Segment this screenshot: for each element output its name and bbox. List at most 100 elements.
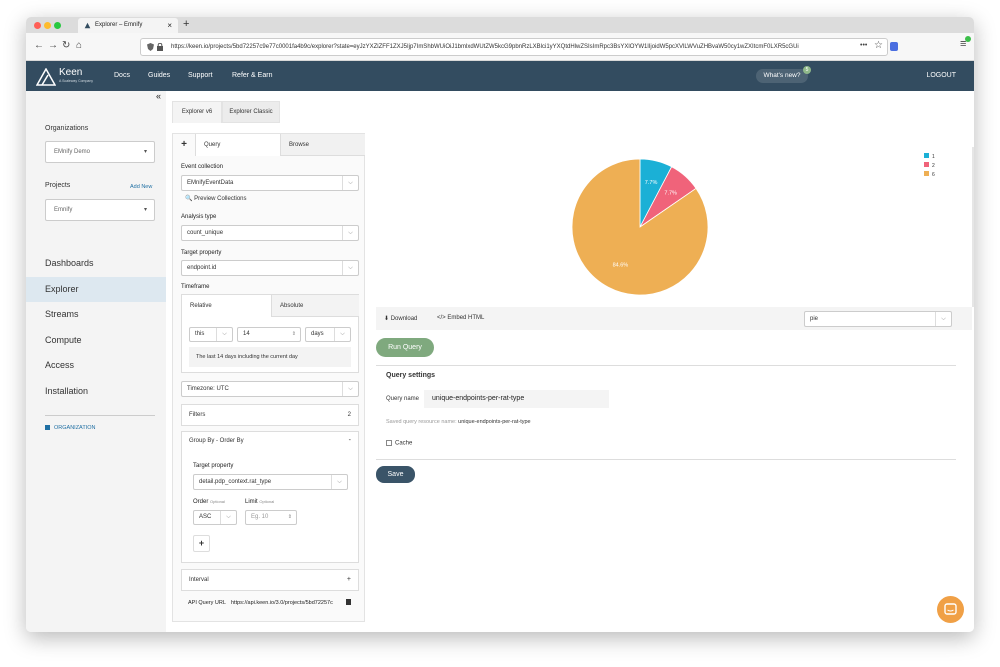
tab-query[interactable]: Query <box>195 134 281 156</box>
keen-logo[interactable]: Keen A Scaleway Company <box>36 67 96 87</box>
add-query-button[interactable]: + <box>173 134 195 156</box>
bookmark-star-icon[interactable]: ☆ <box>874 40 883 52</box>
saved-resource-label: Saved query resource name: <box>386 419 457 425</box>
chart-type-select[interactable]: pie ⌵ <box>804 311 952 327</box>
event-collection-value: EMnifyEventData <box>187 180 234 186</box>
tab-absolute[interactable]: Absolute <box>271 295 359 317</box>
chevron-down-icon: ⌵ <box>342 261 358 275</box>
sidebar-item-installation[interactable]: Installation <box>26 379 166 404</box>
collapse-sidebar-icon[interactable]: « <box>156 91 161 101</box>
sidebar-item-compute[interactable]: Compute <box>26 328 166 353</box>
reload-icon[interactable]: ↻ <box>62 40 70 52</box>
projects-label: Projects <box>45 182 71 189</box>
maximize-window-button[interactable] <box>54 22 61 29</box>
event-collection-select[interactable]: EMnifyEventData ⌵ <box>181 175 359 191</box>
add-new-project-link[interactable]: Add New <box>130 184 152 190</box>
chart-type-value: pie <box>810 316 819 322</box>
legend-label-2[interactable]: 2 <box>932 163 935 169</box>
forward-icon[interactable]: → <box>48 40 58 52</box>
chat-icon <box>944 603 957 615</box>
extension-icon[interactable] <box>890 42 898 51</box>
sidebar-item-access[interactable]: Access <box>26 353 166 378</box>
cache-option[interactable]: Cache <box>386 440 412 447</box>
back-icon[interactable]: ← <box>34 40 44 52</box>
tab-browse[interactable]: Browse <box>281 134 365 156</box>
logout-link[interactable]: LOGOUT <box>926 61 956 91</box>
relative-this-select[interactable]: this ⌵ <box>189 327 233 342</box>
update-dot-icon <box>965 36 971 42</box>
sidebar-item-explorer[interactable]: Explorer <box>26 277 166 302</box>
whats-new-count-badge: 5 <box>803 66 811 74</box>
preview-collections-link[interactable]: 🔍 Preview Collections <box>185 195 247 202</box>
sidebar-item-dashboards[interactable]: Dashboards <box>26 251 166 276</box>
chevron-down-icon: ⌵ <box>331 475 347 489</box>
save-button[interactable]: Save <box>376 466 415 483</box>
timeframe-box: Relative Absolute this ⌵ 14 ⇕ days ⌵ The la… <box>181 294 359 373</box>
group-by-panel: Group By - Order By - Target property de… <box>181 431 359 563</box>
browser-tab[interactable]: Explorer – Emnify × <box>78 18 178 33</box>
chart-scrollbar[interactable] <box>972 147 974 307</box>
chevron-down-icon: ▾ <box>143 149 147 155</box>
group-by-target-select[interactable]: detail.pdp_context.rat_type ⌵ <box>193 474 348 490</box>
organization-select[interactable]: EMnify Demo ▾ <box>45 141 155 163</box>
timezone-select[interactable]: Timezone: UTC ⌵ <box>181 381 359 397</box>
add-group-by-button[interactable]: + <box>193 535 210 552</box>
tab-explorer-v6[interactable]: Explorer v6 <box>172 101 222 123</box>
sidebar-item-streams[interactable]: Streams <box>26 302 166 327</box>
filters-row[interactable]: Filters 2 <box>181 404 359 426</box>
relative-amount-value: 14 <box>243 331 250 337</box>
nav-support[interactable]: Support <box>188 61 213 91</box>
close-window-button[interactable] <box>34 22 41 29</box>
chat-launcher-button[interactable] <box>937 596 964 623</box>
chevron-down-icon: ⌵ <box>342 226 358 240</box>
target-property-select[interactable]: endpoint.id ⌵ <box>181 260 359 276</box>
limit-input[interactable]: Eg. 10 ⇕ <box>245 510 297 525</box>
run-query-button[interactable]: Run Query <box>376 338 434 357</box>
group-by-collapse-button[interactable]: - <box>349 437 351 444</box>
relative-units-value: days <box>311 331 324 337</box>
legend-label-6[interactable]: 6 <box>932 172 935 178</box>
pie-slice-label: 84.6% <box>613 262 629 268</box>
saved-resource-value: unique-endpoints-per-rat-type <box>458 419 531 425</box>
sidebar-divider <box>45 415 155 416</box>
embed-html-button[interactable]: </> Embed HTML <box>437 315 484 321</box>
preview-collections-label: Preview Collections <box>194 196 247 202</box>
whats-new-button[interactable]: What's new? <box>756 69 808 83</box>
event-collection-label: Event collection <box>181 164 224 170</box>
stepper-icon[interactable]: ⇕ <box>288 511 292 524</box>
cache-checkbox[interactable] <box>386 440 392 446</box>
legend-label-1[interactable]: 1 <box>932 154 935 160</box>
chevron-down-icon: ⌵ <box>334 328 350 341</box>
interval-row[interactable]: Interval + <box>181 569 359 591</box>
download-button[interactable]: ⬇ Download <box>384 315 417 322</box>
interval-expand-button[interactable]: + <box>347 570 351 590</box>
order-select[interactable]: ASC ⌵ <box>193 510 237 525</box>
logo-name: Keen <box>59 67 83 78</box>
analysis-type-select[interactable]: count_unique ⌵ <box>181 225 359 241</box>
url-text: https://keen.io/projects/5bd72257c9e77c0… <box>171 44 799 50</box>
analysis-type-label: Analysis type <box>181 214 217 220</box>
minimize-window-button[interactable] <box>44 22 51 29</box>
home-icon[interactable]: ⌂ <box>76 40 82 52</box>
nav-docs[interactable]: Docs <box>114 61 130 91</box>
organization-link[interactable]: ORGANIZATION <box>45 425 95 431</box>
query-name-input[interactable]: unique-endpoints-per-rat-type <box>424 390 609 408</box>
embed-html-label: Embed HTML <box>447 315 485 321</box>
nav-guides[interactable]: Guides <box>148 61 170 91</box>
relative-amount-input[interactable]: 14 ⇕ <box>237 327 301 342</box>
keen-mountain-icon <box>36 68 56 86</box>
tab-relative[interactable]: Relative <box>182 295 271 317</box>
nav-refer-earn[interactable]: Refer & Earn <box>232 61 272 91</box>
interval-label: Interval <box>189 577 209 583</box>
target-property-value: endpoint.id <box>187 265 217 271</box>
project-select[interactable]: Emnify ▾ <box>45 199 155 221</box>
url-bar[interactable]: https://keen.io/projects/5bd72257c9e77c0… <box>140 38 888 56</box>
new-tab-button[interactable]: + <box>183 17 189 32</box>
more-options-icon[interactable]: ••• <box>860 40 867 52</box>
tab-explorer-classic[interactable]: Explorer Classic <box>222 101 280 123</box>
relative-units-select[interactable]: days ⌵ <box>305 327 351 342</box>
close-tab-icon[interactable]: × <box>167 18 172 33</box>
lock-icon <box>157 43 163 51</box>
stepper-icon[interactable]: ⇕ <box>292 328 296 341</box>
copy-icon[interactable] <box>346 599 351 605</box>
